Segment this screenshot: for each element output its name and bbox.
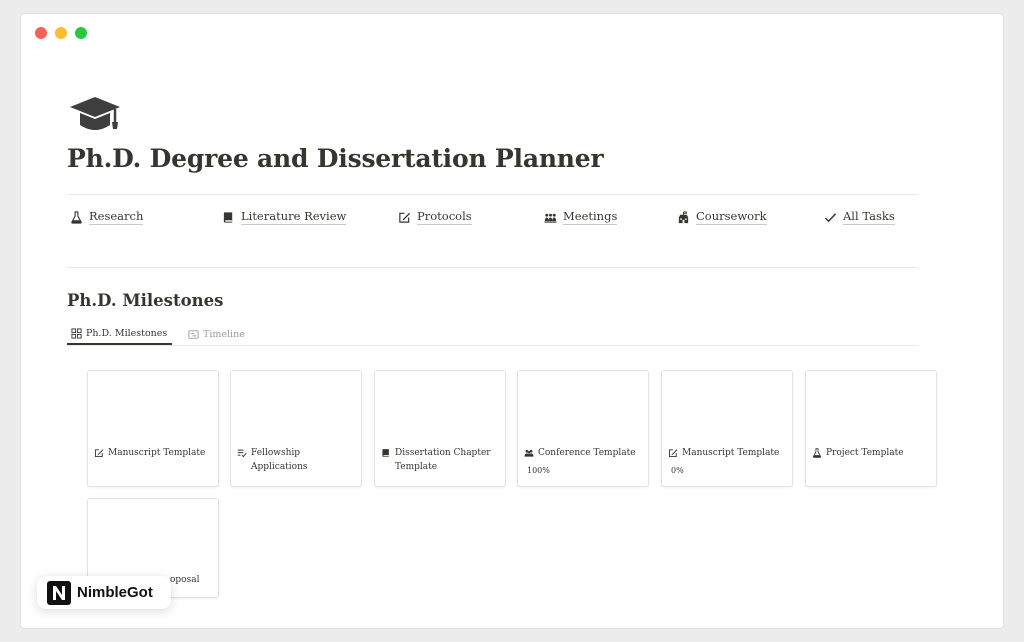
card-title-text: Dissertation Chapter Template <box>395 448 491 472</box>
milestone-card[interactable]: Manuscript Template 0% <box>661 370 793 487</box>
graduation-cap-icon[interactable] <box>68 91 122 137</box>
nav-link-all-tasks[interactable]: All Tasks <box>824 209 895 225</box>
nav-link-label: Protocols <box>417 209 472 225</box>
nav-links: Research Literature Review Protocols Mee… <box>67 209 918 233</box>
book-icon <box>382 449 389 457</box>
tab-phd-milestones[interactable]: Ph.D. Milestones <box>67 324 173 345</box>
milestone-card[interactable]: Manuscript Template <box>87 370 219 487</box>
milestone-card[interactable]: Dissertation Chapter Template <box>374 370 506 487</box>
card-title: Dissertation Chapter Template <box>381 446 499 474</box>
card-title-text: Fellowship Applications <box>251 448 308 472</box>
card-title: Project Template <box>812 446 930 460</box>
card-title: oposal <box>170 573 212 587</box>
tab-timeline[interactable]: Timeline <box>188 324 245 344</box>
people-icon <box>544 213 557 223</box>
timeline-icon <box>188 329 199 339</box>
minimize-window-button[interactable] <box>55 27 67 39</box>
divider <box>67 194 918 195</box>
nav-link-label: Meetings <box>563 209 618 225</box>
gallery-icon <box>71 328 82 339</box>
card-title: Fellowship Applications <box>237 446 355 474</box>
card-title: Manuscript Template <box>94 446 212 460</box>
tab-label: Ph.D. Milestones <box>86 328 168 339</box>
card-progress: 0% <box>671 466 684 475</box>
checklist-icon <box>237 449 247 458</box>
card-title-text: Conference Template <box>538 448 636 458</box>
milestone-card[interactable]: Fellowship Applications <box>230 370 362 487</box>
milestone-card[interactable]: Project Template <box>805 370 937 487</box>
card-title-text: oposal <box>170 575 200 585</box>
nav-link-meetings[interactable]: Meetings <box>544 209 618 225</box>
nav-link-label: Research <box>89 209 144 225</box>
people-icon <box>524 449 534 457</box>
card-title-text: Manuscript Template <box>108 448 206 458</box>
nav-link-literature-review[interactable]: Literature Review <box>222 209 347 225</box>
nimblegot-badge[interactable]: NimbleGot <box>37 576 171 609</box>
maximize-window-button[interactable] <box>75 27 87 39</box>
window-controls <box>35 27 87 39</box>
card-title-text: Manuscript Template <box>682 448 780 458</box>
close-window-button[interactable] <box>35 27 47 39</box>
milestone-card[interactable]: Conference Template 100% <box>517 370 649 487</box>
edit-icon <box>94 449 104 458</box>
school-icon <box>678 210 689 223</box>
card-title: Conference Template <box>524 446 642 460</box>
nav-link-coursework[interactable]: Coursework <box>677 209 767 225</box>
view-tabs: Ph.D. Milestones Timeline <box>67 324 918 346</box>
flask-icon <box>71 210 82 224</box>
edit-icon <box>399 212 411 223</box>
card-progress: 100% <box>527 466 550 475</box>
card-title-text: Project Template <box>826 448 904 458</box>
tab-label: Timeline <box>203 328 245 340</box>
section-title: Ph.D. Milestones <box>67 291 224 310</box>
nav-link-protocols[interactable]: Protocols <box>398 209 472 225</box>
nimblegot-logo-icon <box>47 580 71 605</box>
check-icon <box>824 212 837 222</box>
divider <box>67 267 918 268</box>
flask-icon <box>812 448 822 458</box>
nav-link-research[interactable]: Research <box>70 209 144 225</box>
nav-link-label: Literature Review <box>241 209 347 225</box>
book-icon <box>223 211 233 223</box>
nav-link-label: All Tasks <box>843 209 895 225</box>
badge-text: NimbleGot <box>77 584 153 601</box>
edit-icon <box>668 449 678 458</box>
page-title: Ph.D. Degree and Dissertation Planner <box>67 144 604 173</box>
card-title: Manuscript Template <box>668 446 786 460</box>
nav-link-label: Coursework <box>696 209 767 225</box>
